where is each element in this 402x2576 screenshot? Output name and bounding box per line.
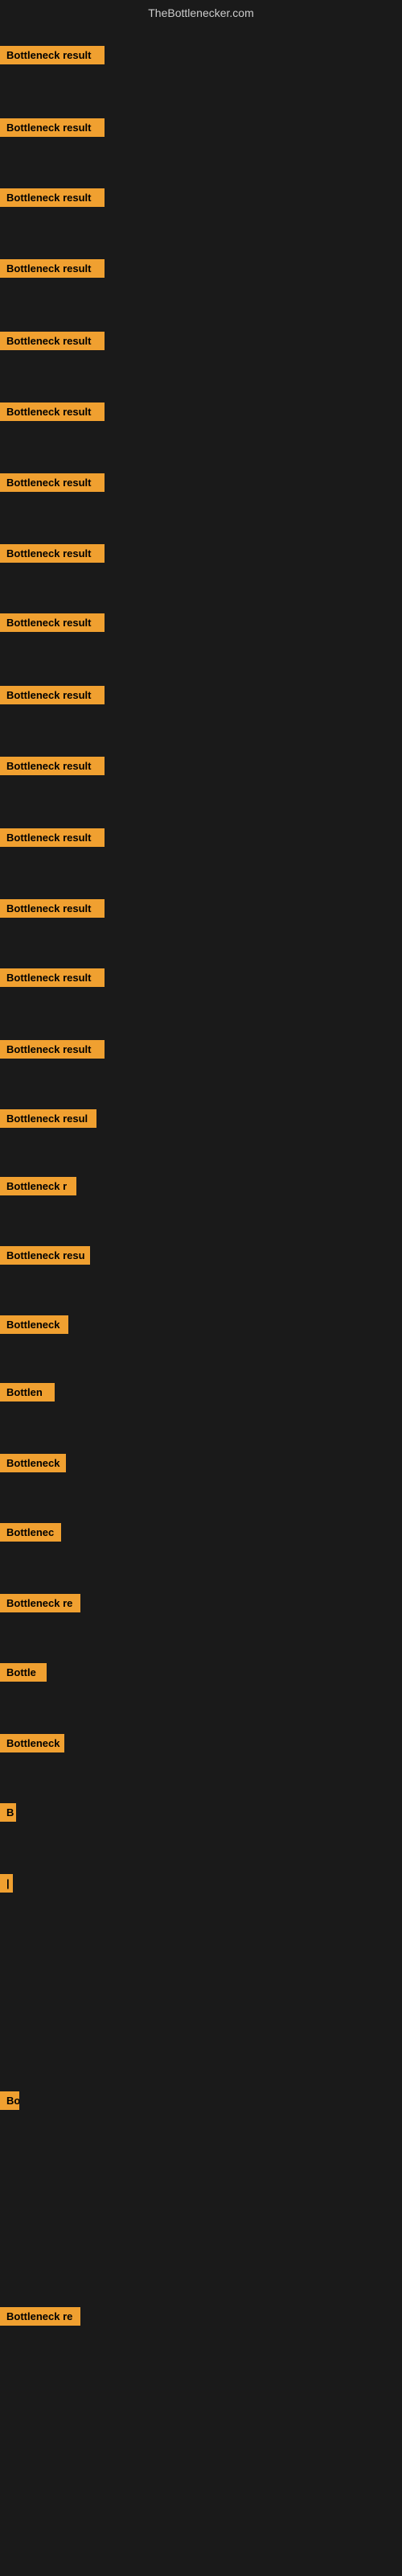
bottleneck-result-item[interactable]: Bottleneck result xyxy=(0,402,105,421)
bottleneck-result-item[interactable]: Bottlen xyxy=(0,1383,55,1402)
bottleneck-result-item[interactable]: Bo xyxy=(0,2091,19,2110)
bottleneck-result-item[interactable]: Bottleneck result xyxy=(0,686,105,704)
bottleneck-result-item[interactable]: Bottleneck re xyxy=(0,2307,80,2326)
bottleneck-result-item[interactable]: Bottleneck xyxy=(0,1734,64,1752)
bottleneck-result-item[interactable]: Bottleneck result xyxy=(0,1040,105,1059)
bottleneck-result-item[interactable]: Bottleneck result xyxy=(0,828,105,847)
bottleneck-result-item[interactable]: Bottlenec xyxy=(0,1523,61,1542)
bottleneck-result-item[interactable]: Bottleneck xyxy=(0,1454,66,1472)
bottleneck-result-item[interactable]: Bottleneck result xyxy=(0,613,105,632)
bottleneck-result-item[interactable]: Bottleneck re xyxy=(0,1594,80,1612)
bottleneck-result-item[interactable]: Bottleneck result xyxy=(0,757,105,775)
bottleneck-result-item[interactable]: Bottleneck result xyxy=(0,259,105,278)
bottleneck-result-item[interactable]: Bottle xyxy=(0,1663,47,1682)
bottleneck-result-item[interactable]: Bottleneck result xyxy=(0,473,105,492)
bottleneck-result-item[interactable]: Bottleneck resu xyxy=(0,1246,90,1265)
bottleneck-result-item[interactable]: Bottleneck result xyxy=(0,968,105,987)
bottleneck-result-item[interactable]: Bottleneck result xyxy=(0,118,105,137)
site-title: TheBottlenecker.com xyxy=(0,0,402,23)
bottleneck-result-item[interactable]: Bottleneck result xyxy=(0,899,105,918)
bottleneck-result-item[interactable]: Bottleneck resul xyxy=(0,1109,96,1128)
bottleneck-result-item[interactable]: B xyxy=(0,1803,16,1822)
bottleneck-result-item[interactable]: Bottleneck result xyxy=(0,188,105,207)
bottleneck-result-item[interactable]: Bottleneck result xyxy=(0,544,105,563)
bottleneck-result-item[interactable]: | xyxy=(0,1874,13,1893)
bottleneck-result-item[interactable]: Bottleneck xyxy=(0,1315,68,1334)
bottleneck-result-item[interactable]: Bottleneck result xyxy=(0,46,105,64)
bottleneck-result-item[interactable]: Bottleneck result xyxy=(0,332,105,350)
bottleneck-result-item[interactable]: Bottleneck r xyxy=(0,1177,76,1195)
